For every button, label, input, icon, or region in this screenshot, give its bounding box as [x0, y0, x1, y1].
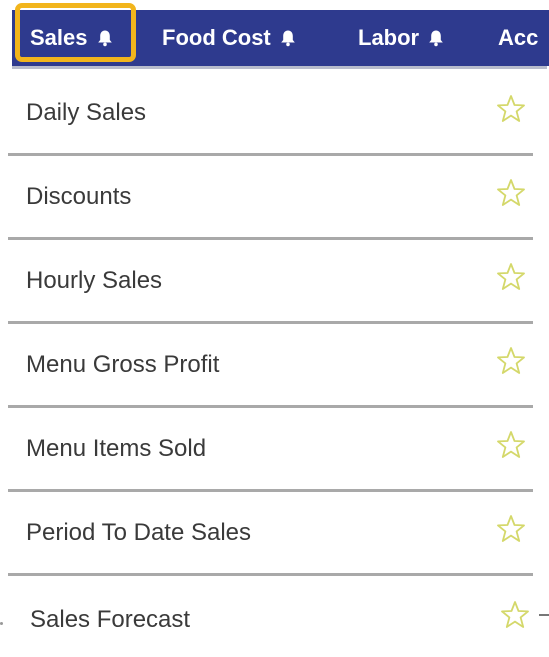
bell-icon[interactable]	[96, 29, 114, 47]
star-outline-icon[interactable]	[500, 600, 530, 630]
menu-item-label: Hourly Sales	[26, 267, 163, 294]
nav-divider	[12, 66, 547, 69]
tab-food-cost[interactable]: Food Cost	[162, 10, 297, 66]
menu-item-menu-gross-profit[interactable]: Menu Gross Profit	[8, 324, 533, 408]
trailing-dash	[539, 614, 549, 616]
bell-icon[interactable]	[427, 29, 445, 47]
star-outline-icon[interactable]	[496, 346, 526, 376]
tab-sales-label: Sales	[30, 25, 88, 50]
tab-food-cost-label: Food Cost	[162, 25, 271, 50]
tab-acc[interactable]: Acc	[498, 10, 538, 66]
report-menu-list: Daily Sales Discounts Hourly Sales Menu …	[8, 72, 549, 657]
menu-item-daily-sales[interactable]: Daily Sales	[8, 72, 533, 156]
menu-item-hourly-sales[interactable]: Hourly Sales	[8, 240, 533, 324]
tab-sales[interactable]: Sales	[30, 10, 114, 66]
star-outline-icon[interactable]	[496, 94, 526, 124]
star-outline-icon[interactable]	[496, 262, 526, 292]
menu-item-label: Daily Sales	[26, 99, 147, 126]
menu-item-label: Sales Forecast	[30, 606, 191, 633]
menu-item-sales-forecast[interactable]: Sales Forecast	[8, 576, 549, 657]
menu-item-label: Menu Items Sold	[26, 435, 207, 462]
edge-artifact	[0, 622, 3, 625]
menu-item-label: Menu Gross Profit	[26, 351, 220, 378]
star-outline-icon[interactable]	[496, 178, 526, 208]
tab-acc-label: Acc	[498, 25, 539, 50]
menu-item-menu-items-sold[interactable]: Menu Items Sold	[8, 408, 533, 492]
tab-labor-label: Labor	[358, 25, 420, 50]
menu-item-discounts[interactable]: Discounts	[8, 156, 533, 240]
tab-labor[interactable]: Labor	[358, 10, 445, 66]
menu-item-period-to-date-sales[interactable]: Period To Date Sales	[8, 492, 533, 576]
menu-item-label: Period To Date Sales	[26, 519, 252, 546]
top-nav-bar: Sales Food Cost Labor Acc	[12, 10, 549, 66]
menu-item-label: Discounts	[26, 183, 132, 210]
star-outline-icon[interactable]	[496, 514, 526, 544]
star-outline-icon[interactable]	[496, 430, 526, 460]
bell-icon[interactable]	[279, 29, 297, 47]
